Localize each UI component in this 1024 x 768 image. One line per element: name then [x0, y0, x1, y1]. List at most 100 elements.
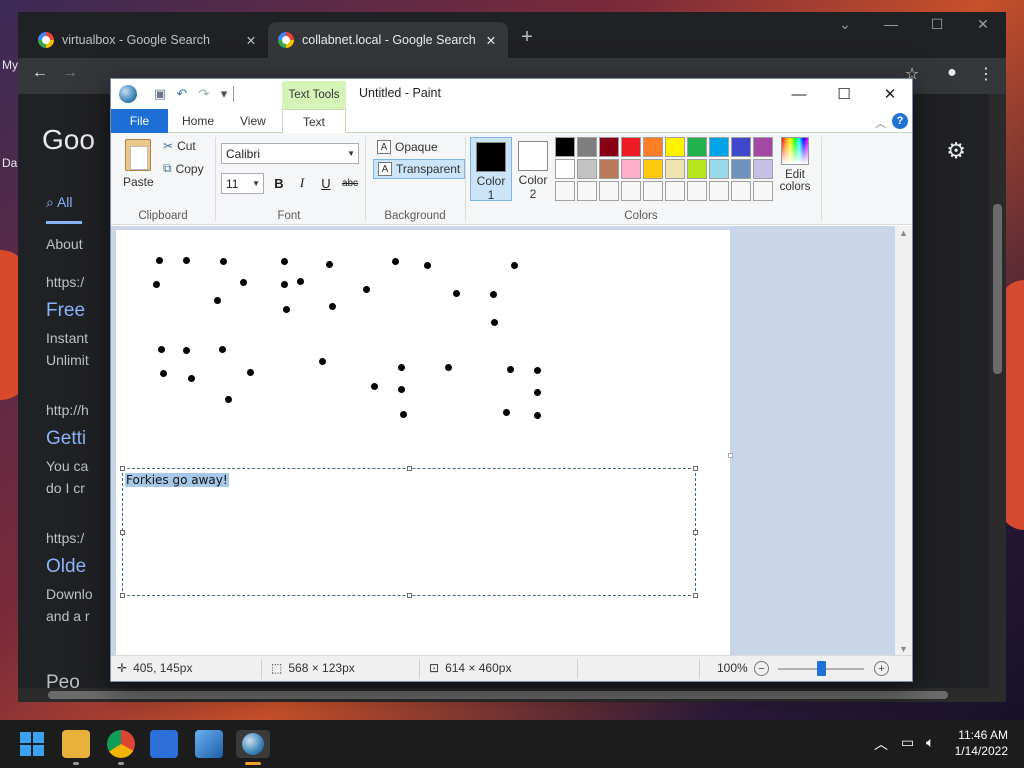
palette-swatch[interactable] [643, 159, 663, 179]
tab-file[interactable]: File [111, 109, 168, 133]
minimize-icon[interactable]: — [782, 82, 816, 106]
page-scrollbar[interactable] [989, 94, 1006, 688]
palette-swatch[interactable] [621, 137, 641, 157]
color1-selector[interactable]: Color 1 [470, 137, 512, 202]
undo-icon[interactable]: ↶ [173, 85, 191, 103]
close-icon[interactable]: ✕ [968, 16, 998, 33]
new-tab-button[interactable]: + [516, 26, 538, 49]
palette-swatch[interactable] [665, 159, 685, 179]
palette-swatch[interactable] [643, 137, 663, 157]
resize-handle[interactable] [693, 593, 698, 598]
tab-search-icon[interactable]: ⌄ [830, 16, 860, 33]
scroll-thumb[interactable] [993, 204, 1002, 374]
google-logo[interactable]: Goo [42, 124, 95, 156]
palette-swatch[interactable] [555, 137, 575, 157]
font-family-select[interactable]: Calibri ▼ [221, 143, 359, 164]
palette-swatch[interactable] [621, 181, 641, 201]
chrome-icon[interactable] [107, 730, 135, 758]
palette-swatch[interactable] [599, 137, 619, 157]
drawing-canvas[interactable]: Forkies go away! [116, 230, 730, 656]
tab-virtualbox[interactable]: virtualbox - Google Search ✕ [28, 22, 268, 58]
palette-swatch[interactable] [687, 181, 707, 201]
palette-swatch[interactable] [577, 137, 597, 157]
result-link[interactable]: Getti [46, 428, 86, 450]
bold-button[interactable]: B [269, 173, 289, 193]
canvas-resize-handle[interactable] [728, 453, 733, 458]
palette-swatch[interactable] [753, 181, 773, 201]
tab-all[interactable]: ⌕ All [46, 194, 82, 224]
palette-swatch[interactable] [753, 159, 773, 179]
resize-handle[interactable] [407, 466, 412, 471]
zoom-slider-thumb[interactable] [817, 661, 826, 676]
tab-view[interactable]: View [226, 109, 280, 133]
menu-kebab-icon[interactable]: ⋮ [974, 64, 998, 84]
underline-button[interactable]: U [316, 173, 336, 193]
system-clock[interactable]: 11:46 AM 1/14/2022 [955, 727, 1008, 759]
tab-close-icon[interactable]: ✕ [244, 33, 258, 48]
font-size-select[interactable]: 11 ▼ [221, 173, 264, 194]
transparent-button[interactable]: A Transparent [373, 159, 466, 179]
file-explorer-icon[interactable] [62, 730, 90, 758]
palette-swatch[interactable] [709, 159, 729, 179]
tab-home[interactable]: Home [168, 109, 228, 133]
paint-app-icon[interactable] [119, 85, 137, 103]
tab-text[interactable]: Text [282, 109, 346, 134]
canvas-workspace[interactable]: Forkies go away! [111, 226, 897, 656]
palette-swatch[interactable] [687, 137, 707, 157]
palette-swatch[interactable] [577, 159, 597, 179]
edit-colors-button[interactable]: Edit colors [777, 137, 813, 193]
forward-icon[interactable]: → [58, 64, 82, 82]
minimize-icon[interactable]: — [876, 16, 906, 32]
palette-swatch[interactable] [555, 159, 575, 179]
color2-selector[interactable]: Color 2 [512, 137, 554, 201]
cut-button[interactable]: ✂ Cut [163, 139, 196, 153]
palette-swatch[interactable] [731, 159, 751, 179]
paint-taskbar-icon[interactable] [236, 730, 270, 758]
italic-button[interactable]: I [292, 173, 312, 193]
opaque-button[interactable]: A Opaque [373, 137, 442, 157]
volume-icon[interactable]: 🔈︎ [926, 734, 934, 751]
tab-close-icon[interactable]: ✕ [484, 33, 498, 48]
canvas-text[interactable]: Forkies go away! [125, 473, 229, 487]
resize-handle[interactable] [120, 530, 125, 535]
profile-icon[interactable]: ● [940, 64, 964, 82]
back-icon[interactable]: ← [28, 64, 52, 82]
hscroll-thumb[interactable] [48, 691, 948, 699]
resize-handle[interactable] [120, 593, 125, 598]
palette-swatch[interactable] [643, 181, 663, 201]
palette-swatch[interactable] [599, 181, 619, 201]
maximize-icon[interactable]: ☐ [922, 16, 952, 33]
palette-swatch[interactable] [555, 181, 575, 201]
tab-collabnet[interactable]: collabnet.local - Google Search ✕ [268, 22, 508, 58]
resize-handle[interactable] [693, 466, 698, 471]
palette-swatch[interactable] [665, 181, 685, 201]
palette-swatch[interactable] [599, 159, 619, 179]
tray-overflow-icon[interactable]: ︿ [874, 734, 888, 754]
collapse-ribbon-icon[interactable]: ︿ [875, 115, 886, 131]
resize-handle[interactable] [407, 593, 412, 598]
scroll-up-icon[interactable]: ▲ [895, 228, 912, 238]
palette-swatch[interactable] [709, 181, 729, 201]
paste-icon[interactable] [125, 139, 151, 171]
help-icon[interactable]: ? [892, 113, 908, 129]
resize-handle[interactable] [693, 530, 698, 535]
palette-swatch[interactable] [621, 159, 641, 179]
palette-swatch[interactable] [731, 137, 751, 157]
resize-handle[interactable] [120, 466, 125, 471]
text-selection-box[interactable]: Forkies go away! [120, 466, 698, 598]
zoom-in-icon[interactable]: + [874, 661, 889, 676]
palette-swatch[interactable] [753, 137, 773, 157]
gear-icon[interactable]: ⚙ [946, 138, 966, 164]
zoom-out-icon[interactable]: − [754, 661, 769, 676]
palette-swatch[interactable] [687, 159, 707, 179]
photos-icon[interactable] [195, 730, 223, 758]
network-icon[interactable]: ▭ [901, 734, 914, 751]
save-icon[interactable]: ▣ [151, 85, 169, 103]
start-button[interactable] [18, 730, 46, 758]
palette-swatch[interactable] [731, 181, 751, 201]
palette-swatch[interactable] [577, 181, 597, 201]
close-icon[interactable]: ✕ [873, 82, 907, 106]
paste-button-label[interactable]: Paste [123, 175, 154, 189]
redo-icon[interactable]: ↷ [195, 85, 213, 103]
canvas-scrollbar[interactable]: ▲ ▼ [895, 226, 912, 656]
